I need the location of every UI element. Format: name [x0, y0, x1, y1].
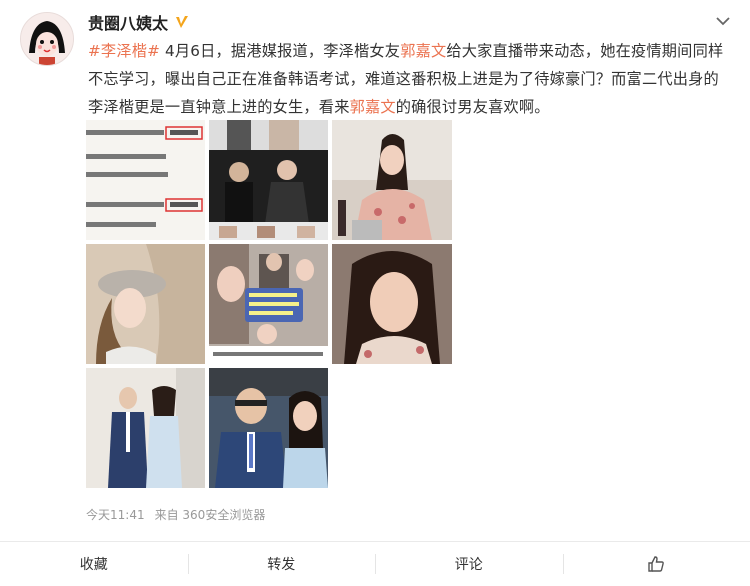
topic-link[interactable]: #李泽楷#: [88, 42, 160, 60]
photo-couple-event[interactable]: [209, 368, 328, 488]
hat-selfie-image: [86, 244, 205, 364]
couple-formal-image: [86, 368, 205, 488]
event-collage-image: [209, 120, 328, 240]
couple-event-image: [209, 368, 328, 488]
action-bar: 收藏 转发 评论: [0, 541, 750, 586]
news-captions-image: [209, 244, 328, 364]
repost-button[interactable]: 转发: [188, 542, 376, 586]
post-text: #李泽楷# 4月6日，据港媒报道，李泽楷女友郭嘉文给大家直播带来动态，她在疫情期…: [88, 37, 733, 121]
dinner-selfie-image: [332, 120, 452, 240]
photo-news-screenshot[interactable]: [86, 120, 205, 240]
post-time[interactable]: 今天11:41: [86, 506, 145, 523]
photo-closeup-selfie[interactable]: [332, 244, 452, 364]
photo-couple-formal[interactable]: [86, 368, 205, 488]
favorite-button[interactable]: 收藏: [0, 542, 188, 586]
repost-label: 转发: [267, 554, 295, 574]
closeup-selfie-image: [332, 244, 452, 364]
comment-label: 评论: [455, 554, 483, 574]
avatar[interactable]: [20, 12, 74, 66]
thumbs-up-icon: [647, 555, 665, 573]
verified-badge-icon: [174, 14, 190, 30]
mention-link-2[interactable]: 郭嘉文: [350, 98, 396, 116]
post-meta: 今天11:41 来自 360安全浏览器: [86, 506, 265, 523]
photo-news-captions[interactable]: [209, 244, 328, 364]
post-text-part-1: 4月6日，据港媒报道，李泽楷女友: [160, 42, 400, 60]
comment-button[interactable]: 评论: [375, 542, 563, 586]
weibo-post-card: 贵圈八姨太 #李泽楷# 4月6日，据港媒报道，李泽楷女友郭嘉文给大家直播带来动态…: [0, 0, 750, 585]
avatar-illustration-icon: [21, 13, 73, 65]
like-button[interactable]: [563, 542, 750, 586]
favorite-label: 收藏: [80, 554, 108, 574]
photo-event-collage[interactable]: [209, 120, 328, 240]
author-name-row: 贵圈八姨太: [88, 10, 190, 34]
post-source: 来自 360安全浏览器: [155, 506, 266, 523]
author-name[interactable]: 贵圈八姨太: [88, 10, 168, 34]
photo-hat-selfie[interactable]: [86, 244, 205, 364]
news-screenshot-image: [86, 120, 205, 240]
mention-link-1[interactable]: 郭嘉文: [400, 42, 446, 60]
photo-dinner-selfie[interactable]: [332, 120, 452, 240]
chevron-down-icon[interactable]: [714, 12, 732, 30]
post-text-part-3: 的确很讨男友喜欢啊。: [396, 98, 550, 116]
